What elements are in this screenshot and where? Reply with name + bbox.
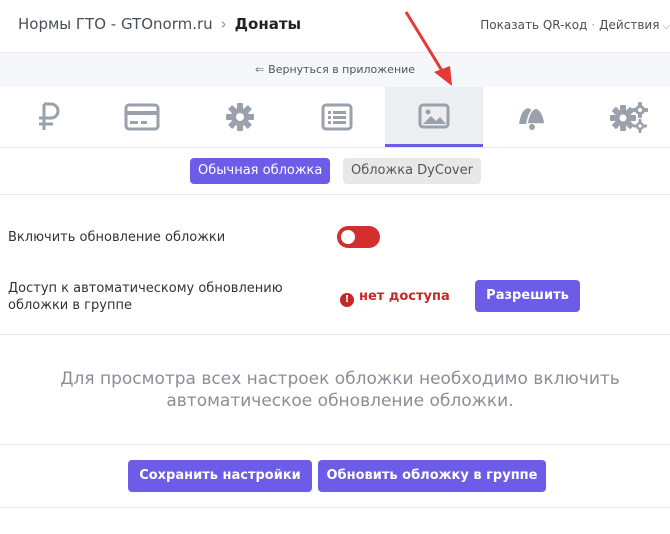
- list-icon: [321, 103, 353, 131]
- bells-icon: [519, 107, 546, 130]
- section-divider: [0, 334, 670, 335]
- gears-icon: [610, 102, 648, 133]
- notice-line-2: автоматическое обновление обложки.: [166, 391, 514, 411]
- back-to-app-bar: ⇐ Вернуться в приложение: [0, 53, 670, 88]
- card-icon: [124, 103, 160, 131]
- arrow-left-icon: ⇐: [254, 63, 265, 76]
- access-status: ! нет доступа: [340, 289, 450, 307]
- ruble-icon: [39, 102, 60, 130]
- save-settings-button[interactable]: Сохранить настройки: [128, 460, 312, 492]
- tab-card[interactable]: [93, 87, 191, 147]
- update-group-cover-button[interactable]: Обновить обложку в группе: [318, 460, 546, 492]
- breadcrumb: Нормы ГТО - GTOnorm.ru › Донаты: [18, 15, 301, 33]
- group-access-label: Доступ к автоматическому обновлению обло…: [8, 280, 283, 314]
- notice-line-1: Для просмотра всех настроек обложки необ…: [60, 369, 620, 389]
- header-actions: Показать QR-код · Действия ⌵: [480, 18, 670, 32]
- tab-dycover[interactable]: Обложка DyCover: [343, 158, 481, 184]
- back-link[interactable]: ⇐ Вернуться в приложение: [255, 63, 415, 76]
- gear-icon: [226, 103, 254, 131]
- allow-access-button[interactable]: Разрешить: [475, 280, 580, 312]
- actions-menu[interactable]: Действия: [599, 18, 659, 32]
- tab-advanced-settings[interactable]: [580, 87, 670, 147]
- chevron-down-icon[interactable]: ⌵: [662, 21, 670, 32]
- section-divider: [0, 507, 670, 508]
- section-tabs: [0, 87, 670, 148]
- tab-notifications[interactable]: [483, 87, 581, 147]
- tab-settings[interactable]: [191, 87, 289, 147]
- image-icon: [418, 103, 450, 128]
- tab-cover[interactable]: [385, 87, 483, 147]
- page-title: Донаты: [234, 15, 302, 33]
- alert-icon: !: [340, 293, 354, 307]
- back-link-label: Вернуться в приложение: [268, 63, 416, 76]
- tab-ruble[interactable]: [0, 87, 98, 147]
- cover-type-tabs: Обычная обложка Обложка DyCover: [0, 148, 670, 195]
- header-dot-separator: ·: [591, 18, 596, 32]
- cover-settings-notice: Для просмотра всех настроек обложки необ…: [40, 368, 640, 412]
- group-access-label-line1: Доступ к автоматическому обновлению: [8, 281, 283, 296]
- tab-regular-cover[interactable]: Обычная обложка: [190, 158, 331, 184]
- access-status-text: нет доступа: [359, 289, 450, 304]
- app-header: Нормы ГТО - GTOnorm.ru › Донаты Показать Q…: [0, 0, 670, 53]
- show-qr-code-link[interactable]: Показать QR-код: [480, 18, 587, 32]
- section-divider: [0, 444, 670, 445]
- annotation-arrow: [404, 11, 452, 86]
- breadcrumb-separator: ›: [220, 15, 227, 33]
- tab-list[interactable]: [288, 87, 386, 147]
- enable-cover-update-toggle[interactable]: [337, 226, 380, 248]
- enable-cover-update-label: Включить обновление обложки: [8, 230, 226, 245]
- group-access-label-line2: обложки в группе: [8, 298, 132, 313]
- toggle-knob: [341, 230, 355, 244]
- breadcrumb-app-name[interactable]: Нормы ГТО - GTOnorm.ru: [18, 15, 213, 33]
